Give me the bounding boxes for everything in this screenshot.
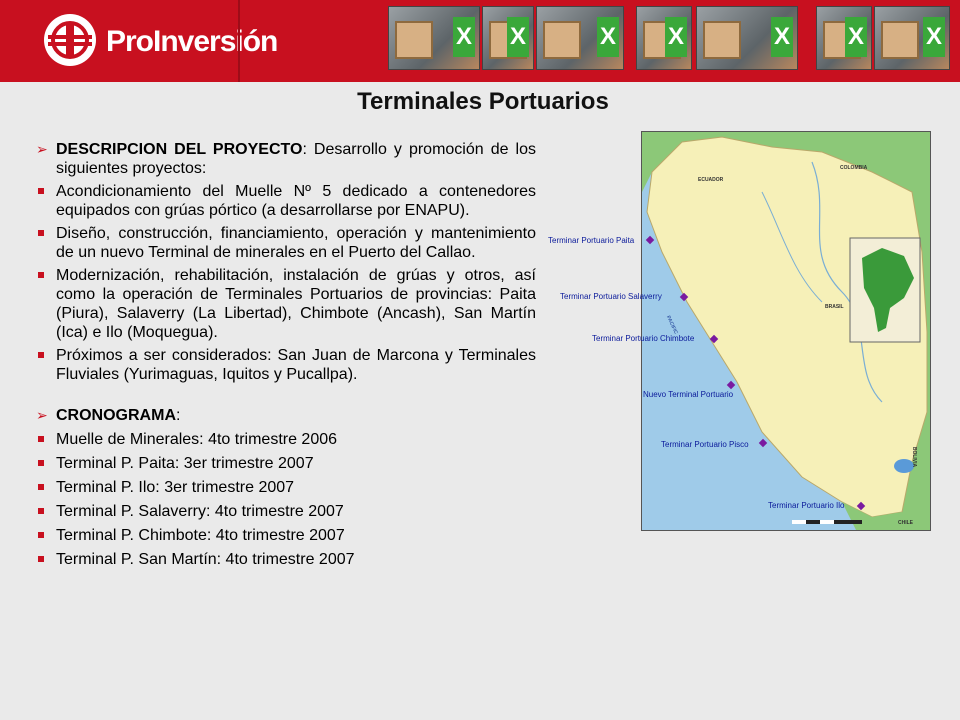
- schedule-item: Muelle de Minerales: 4to trimestre 2006: [36, 430, 536, 449]
- square-bullet-icon: [38, 230, 44, 236]
- schedule-item-text: Terminal P. Ilo: 3er trimestre 2007: [56, 479, 295, 496]
- header-divider: [238, 0, 240, 82]
- square-bullet-icon: [38, 484, 44, 490]
- map-country-label: COLOMBIA: [840, 165, 868, 171]
- schedule-item-text: Terminal P. Chimbote: 4to trimestre 2007: [56, 527, 345, 544]
- excel-thumbnail-icon: X: [696, 6, 798, 70]
- map-country-label: BOLIVIA: [911, 446, 918, 468]
- excel-thumbnail-icon: X: [874, 6, 950, 70]
- schedule-heading: ➢ CRONOGRAMA:: [36, 406, 536, 425]
- logo-text: ProInversión: [106, 25, 278, 58]
- description-item-text: Próximos a ser considerados: San Juan de…: [56, 347, 536, 383]
- description-item: Próximos a ser considerados: San Juan de…: [36, 346, 536, 384]
- square-bullet-icon: [38, 436, 44, 442]
- port-label: Nuevo Terminal Portuario: [643, 390, 734, 399]
- schedule-item-text: Terminal P. Paita: 3er trimestre 2007: [56, 455, 314, 472]
- schedule-item: Terminal P. Paita: 3er trimestre 2007: [36, 454, 536, 473]
- description-item: Acondicionamiento del Muelle Nº 5 dedica…: [36, 182, 536, 220]
- schedule-heading-suffix: :: [176, 407, 181, 424]
- content-text-block: ➢ DESCRIPCION DEL PROYECTO: Desarrollo y…: [36, 140, 536, 574]
- schedule-item-text: Muelle de Minerales: 4to trimestre 2006: [56, 431, 338, 448]
- schedule-item: Terminal P. Ilo: 3er trimestre 2007: [36, 478, 536, 497]
- description-heading-label: DESCRIPCION DEL PROYECTO: [56, 141, 303, 158]
- port-label: Terminar Portuario Chimbote: [592, 334, 695, 343]
- square-bullet-icon: [38, 352, 44, 358]
- schedule-item: Terminal P. Chimbote: 4to trimestre 2007: [36, 526, 536, 545]
- peru-ports-map: ECUADOR COLOMBIA BRASIL BOLIVIA CHILE PA…: [641, 131, 931, 531]
- excel-thumbnail-icon: X: [388, 6, 480, 70]
- map-country-label: ECUADOR: [698, 177, 724, 183]
- logo[interactable]: ProInversión: [0, 0, 278, 82]
- square-bullet-icon: [38, 532, 44, 538]
- proinversion-emblem-icon: [44, 14, 96, 66]
- square-bullet-icon: [38, 508, 44, 514]
- port-label: Terminar Portuario Ilo: [768, 501, 845, 510]
- arrow-bullet-icon: ➢: [36, 141, 48, 157]
- square-bullet-icon: [38, 556, 44, 562]
- square-bullet-icon: [38, 272, 44, 278]
- description-item: Diseño, construcción, financiamiento, op…: [36, 224, 536, 262]
- map-country-label: BRASIL: [825, 304, 844, 310]
- schedule-heading-label: CRONOGRAMA: [56, 407, 176, 424]
- square-bullet-icon: [38, 460, 44, 466]
- description-heading: ➢ DESCRIPCION DEL PROYECTO: Desarrollo y…: [36, 140, 536, 178]
- port-label: Terminar Portuario Salaverry: [560, 292, 662, 301]
- description-item-text: Modernización, rehabilitación, instalaci…: [56, 267, 536, 341]
- map-country-label: CHILE: [898, 520, 913, 526]
- excel-thumbnail-icon: X: [482, 6, 534, 70]
- schedule-item-text: Terminal P. San Martín: 4to trimestre 20…: [56, 551, 355, 568]
- excel-thumbnail-icon: X: [636, 6, 692, 70]
- schedule-item-text: Terminal P. Salaverry: 4to trimestre 200…: [56, 503, 344, 520]
- description-item: Modernización, rehabilitación, instalaci…: [36, 266, 536, 342]
- page-title: Terminales Portuarios: [357, 88, 609, 115]
- schedule-item: Terminal P. Salaverry: 4to trimestre 200…: [36, 502, 536, 521]
- header-bar: ProInversión X X X X X X X: [0, 0, 960, 82]
- map-svg: [642, 132, 930, 530]
- port-label: Terminar Portuario Pisco: [661, 440, 749, 449]
- excel-thumbnail-icon: X: [816, 6, 872, 70]
- schedule-item: Terminal P. San Martín: 4to trimestre 20…: [36, 550, 536, 569]
- square-bullet-icon: [38, 188, 44, 194]
- description-item-text: Diseño, construcción, financiamiento, op…: [56, 225, 536, 261]
- description-item-text: Acondicionamiento del Muelle Nº 5 dedica…: [56, 183, 536, 219]
- port-label: Terminar Portuario Paita: [548, 236, 635, 245]
- arrow-bullet-icon: ➢: [36, 407, 48, 423]
- excel-thumbnail-icon: X: [536, 6, 624, 70]
